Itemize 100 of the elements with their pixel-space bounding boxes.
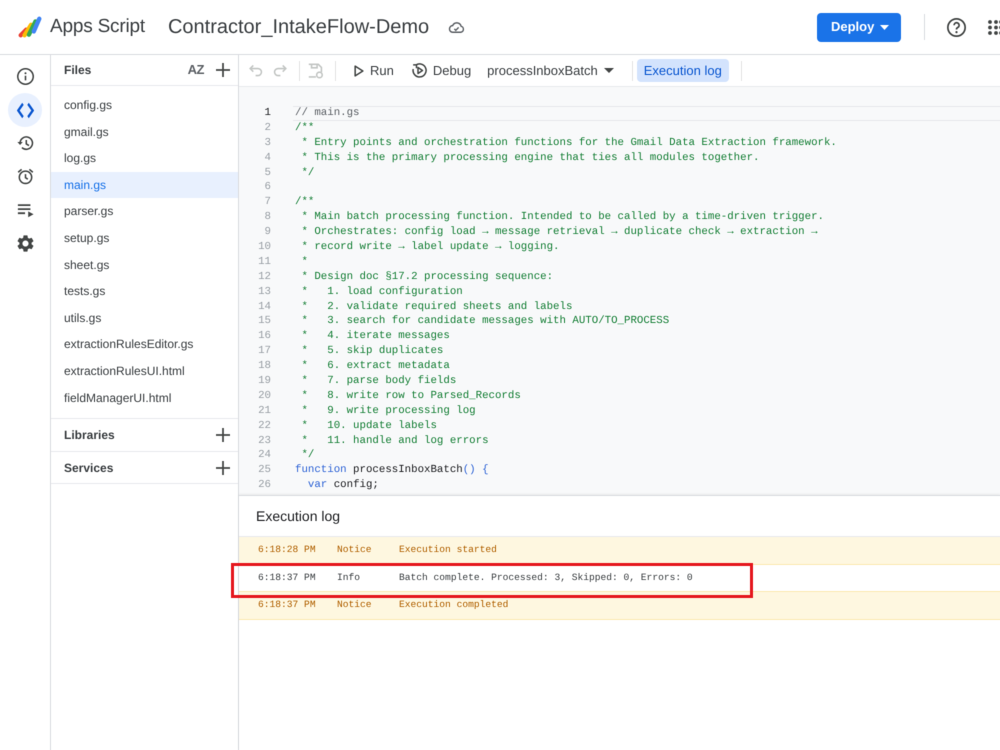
code-line: * 3. search for candidate messages with AUTO/TO_PROCESS: [300, 315, 670, 328]
code-line: * Design doc §17.2 processing sequence:: [300, 270, 554, 284]
code-line: */: [300, 166, 314, 180]
run-button[interactable]: Run: [348, 58, 400, 82]
line-number: 15: [257, 314, 272, 330]
file-item[interactable]: fieldManagerUI.html: [51, 384, 238, 412]
info-icon: [16, 68, 34, 86]
code-line: * 8. write row to Parsed_Records: [300, 390, 521, 403]
line-number: 3: [264, 136, 272, 151]
files-heading: Files: [64, 62, 92, 79]
line-number: 12: [257, 270, 272, 285]
file-item[interactable]: extractionRulesUI.html: [51, 358, 238, 385]
alarm-clock-icon: [16, 168, 34, 186]
log-time: 6:18:37 PM: [258, 570, 317, 585]
log-level: Notice: [337, 543, 373, 558]
code-line: * 11. handle and log errors: [300, 434, 489, 448]
file-item[interactable]: sheet.gs: [51, 252, 238, 278]
line-number: 24: [257, 448, 272, 464]
line-number: 17: [257, 344, 272, 360]
line-number: 19: [257, 374, 272, 389]
file-item[interactable]: config.gs: [51, 92, 238, 119]
line-number: 5: [264, 166, 272, 180]
line-number: 16: [257, 329, 272, 344]
log-level: Notice: [337, 598, 373, 612]
code-line: * 1. load configuration: [300, 286, 463, 299]
file-item[interactable]: extractionRulesEditor.gs: [51, 331, 238, 358]
file-item[interactable]: parser.gs: [51, 198, 238, 225]
code-line: * 7. parse body fields: [300, 375, 456, 388]
code-line: * 4. iterate messages: [300, 330, 450, 344]
add-icon[interactable]: [216, 460, 230, 475]
line-number: 22: [257, 418, 272, 434]
cloud-icon: [448, 21, 466, 33]
code-line: * This is the primary processing engine that ties all modules together.: [300, 152, 760, 165]
code-line: * record write → label update → logging.: [300, 241, 560, 254]
code-line: */: [300, 449, 314, 462]
code-line: * Orchestrates: config load → message retrieval → duplicate check → extraction →: [300, 226, 818, 240]
log-time: 6:18:28 PM: [258, 543, 317, 558]
line-number: 14: [257, 300, 272, 314]
line-number: 26: [257, 478, 272, 494]
file-item[interactable]: main.gs: [51, 172, 238, 198]
code-line: // main.gs: [295, 107, 360, 120]
settings-icon: [16, 235, 34, 252]
help-icon[interactable]: [947, 18, 966, 36]
code-line: *: [300, 256, 308, 269]
apps-grid-icon[interactable]: [988, 20, 1000, 34]
sort-button[interactable]: AZ: [188, 60, 204, 80]
line-number: 20: [257, 388, 272, 404]
line-number: 4: [264, 150, 272, 166]
project-title[interactable]: Contractor_IntakeFlow-Demo: [168, 12, 430, 42]
line-number: 10: [257, 240, 272, 255]
line-number: 11: [257, 254, 272, 270]
deploy-button[interactable]: Deploy: [817, 12, 901, 42]
line-number: 9: [264, 225, 272, 240]
log-message: Batch complete. Processed: 3, Skipped: 0, Errors: 0: [399, 570, 693, 585]
file-item[interactable]: log.gs: [51, 145, 238, 172]
code-line: /**: [295, 122, 314, 135]
line-number: 8: [264, 210, 272, 226]
log-time: 6:18:37 PM: [258, 598, 317, 612]
line-number: 2: [264, 120, 272, 136]
log-level: Info: [337, 570, 362, 585]
app-name: Apps Script: [50, 14, 145, 39]
file-item[interactable]: setup.gs: [51, 224, 238, 252]
code-line: * 5. skip duplicates: [300, 345, 444, 358]
rail-button[interactable]: [8, 93, 42, 127]
file-item[interactable]: utils.gs: [51, 304, 238, 332]
code-line: /**: [295, 196, 314, 210]
app-logo-icon: [18, 16, 42, 38]
line-number: 23: [257, 434, 272, 448]
log-message: Execution started: [399, 543, 497, 558]
debug-icon: [412, 63, 427, 78]
line-number: 7: [264, 195, 272, 210]
code-line: * 10. update labels: [300, 420, 437, 433]
code-line: * Main batch processing function. Intended to be called by a time-driven trigger.: [300, 211, 824, 224]
code-brackets-icon: [16, 102, 34, 119]
list-play-icon: [16, 202, 34, 219]
section-heading: Services: [64, 460, 114, 477]
function-dropdown[interactable]: processInboxBatch: [481, 58, 620, 82]
caret-icon: [880, 24, 889, 30]
play-icon: [354, 64, 364, 76]
line-number: 6: [264, 180, 272, 196]
history-icon: [16, 134, 34, 152]
debug-button[interactable]: Debug: [406, 58, 478, 82]
code-line: function processInboxBatch() {: [295, 464, 489, 478]
code-line: * Entry points and orchestration functions for the Gmail Data Extraction framework.: [300, 136, 837, 150]
add-icon[interactable]: [216, 63, 230, 77]
add-icon[interactable]: [216, 428, 230, 442]
section-heading: Libraries: [64, 427, 115, 444]
line-number: 13: [257, 284, 272, 300]
file-item[interactable]: gmail.gs: [51, 118, 238, 146]
line-number: 25: [257, 463, 272, 478]
line-number: 21: [257, 404, 272, 419]
line-number: 18: [257, 359, 272, 374]
code-line: * 6. extract metadata: [300, 360, 450, 374]
log-message: Execution completed: [399, 598, 508, 612]
execution-log-button[interactable]: Execution log: [636, 59, 729, 82]
log-heading: Execution log: [256, 506, 340, 526]
file-item[interactable]: tests.gs: [51, 278, 238, 305]
caret-icon: [604, 68, 614, 73]
line-number: 1: [264, 106, 272, 121]
code-line: var config;: [306, 479, 379, 492]
